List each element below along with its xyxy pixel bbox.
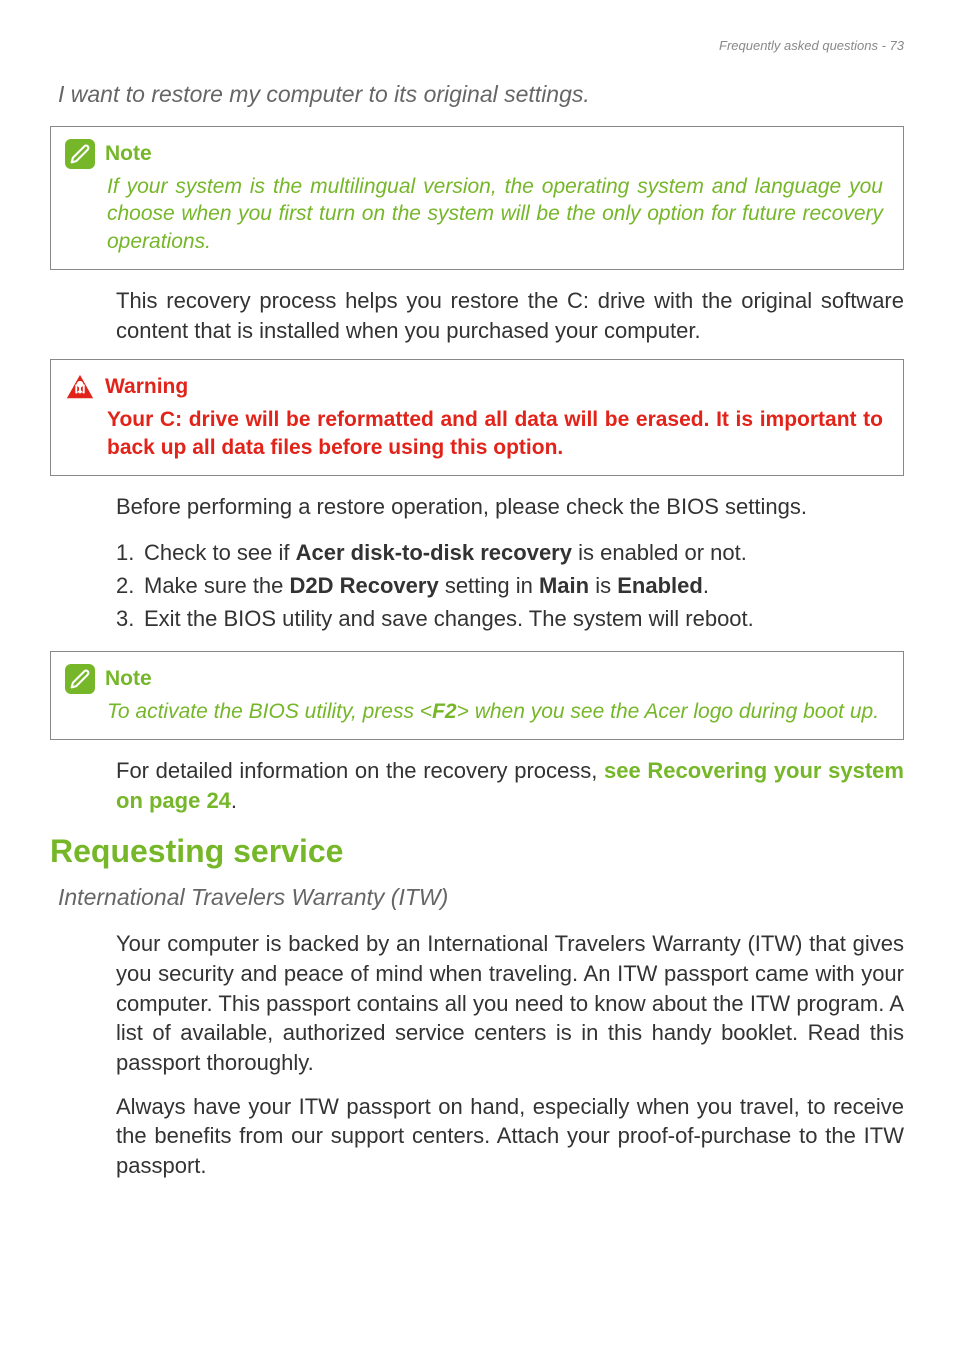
list-bold: Acer disk-to-disk recovery xyxy=(296,540,572,565)
list-text: Check to see if xyxy=(144,540,296,565)
list-item: 1. Check to see if Acer disk-to-disk rec… xyxy=(116,536,904,569)
list-text: setting in xyxy=(439,573,539,598)
paragraph-itw-2: Always have your ITW passport on hand, e… xyxy=(116,1092,904,1181)
list-bold: Main xyxy=(539,573,589,598)
note-body-2: To activate the BIOS utility, press <F2>… xyxy=(107,698,883,725)
note-callout-2: Note To activate the BIOS utility, press… xyxy=(50,651,904,740)
list-bold: D2D Recovery xyxy=(290,573,439,598)
list-text: is enabled or not. xyxy=(572,540,747,565)
list-number: 2. xyxy=(116,569,144,602)
section-title-service: Requesting service xyxy=(50,833,904,870)
list-text: . xyxy=(703,573,709,598)
note-body-1: If your system is the multilingual versi… xyxy=(107,173,883,255)
list-item: 3. Exit the BIOS utility and save change… xyxy=(116,602,904,635)
note-title: Note xyxy=(105,667,152,691)
list-number: 3. xyxy=(116,602,144,635)
list-number: 1. xyxy=(116,536,144,569)
list-bold: Enabled xyxy=(617,573,703,598)
subheading-restore: I want to restore my computer to its ori… xyxy=(58,81,904,108)
paragraph-link: For detailed information on the recovery… xyxy=(116,756,904,815)
warning-title: Warning xyxy=(105,375,188,399)
subheading-itw: International Travelers Warranty (ITW) xyxy=(58,884,904,911)
paragraph-bios: Before performing a restore operation, p… xyxy=(116,492,904,522)
pencil-icon xyxy=(65,664,95,694)
list-text: Make sure the xyxy=(144,573,290,598)
pencil-icon xyxy=(65,139,95,169)
list-text: Exit the BIOS utility and save changes. … xyxy=(144,602,754,635)
page-header: Frequently asked questions - 73 xyxy=(50,38,904,53)
warning-icon xyxy=(65,372,95,402)
numbered-list: 1. Check to see if Acer disk-to-disk rec… xyxy=(116,536,904,635)
list-item: 2. Make sure the D2D Recovery setting in… xyxy=(116,569,904,602)
note-callout-1: Note If your system is the multilingual … xyxy=(50,126,904,270)
list-text: is xyxy=(589,573,617,598)
paragraph-itw-1: Your computer is backed by an Internatio… xyxy=(116,929,904,1077)
paragraph-recovery: This recovery process helps you restore … xyxy=(116,286,904,345)
key-f2: F2 xyxy=(432,700,457,723)
warning-body: Your C: drive will be reformatted and al… xyxy=(107,406,883,461)
warning-callout: Warning Your C: drive will be reformatte… xyxy=(50,359,904,476)
note-title: Note xyxy=(105,142,152,166)
